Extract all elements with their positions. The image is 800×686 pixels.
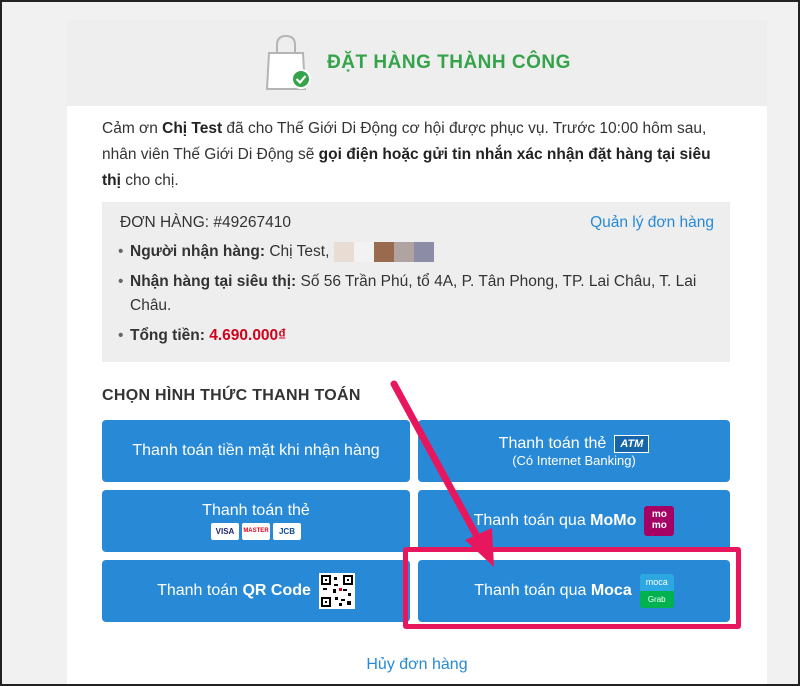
list-item: Tổng tiền: 4.690.000₫: [118, 324, 708, 348]
pay-atm-card-button[interactable]: Thanh toán thẻ ATM (Có Internet Banking): [418, 420, 730, 482]
order-code: ĐƠN HÀNG: #49267410: [120, 214, 291, 231]
button-label: Thanh toán qua: [473, 512, 591, 529]
success-header: ĐẶT HÀNG THÀNH CÔNG: [67, 20, 767, 106]
payment-method-heading: CHỌN HÌNH THỨC THANH TOÁN: [102, 387, 361, 404]
list-item: Nhận hàng tại siêu thị: Số 56 Trần Phú, …: [118, 270, 708, 318]
card-logos: VISA MASTER JCB: [210, 523, 301, 540]
shopping-bag-check-icon: [263, 33, 313, 93]
order-details-list: Người nhận hàng: Chị Test, Nhận hàng tại…: [118, 240, 708, 354]
redacted-phone: [333, 241, 434, 262]
momo-logo-icon: mo mo: [644, 506, 675, 536]
jcb-logo-icon: JCB: [272, 523, 301, 540]
list-item: Người nhận hàng: Chị Test,: [118, 240, 708, 264]
pay-momo-button[interactable]: Thanh toán qua MoMo mo mo: [418, 490, 730, 552]
button-label: Thanh toán thẻ: [202, 502, 310, 519]
recipient-label: Người nhận hàng:: [130, 243, 266, 260]
cancel-order-link[interactable]: Hủy đơn hàng: [67, 656, 767, 674]
mastercard-logo-icon: MASTER: [241, 523, 270, 540]
recipient-value: Chị Test,: [265, 243, 330, 260]
qr-name: QR Code: [242, 582, 311, 599]
intro-text: cho chị.: [120, 172, 179, 189]
visa-logo-icon: VISA: [210, 523, 239, 540]
button-label: Thanh toán thẻ: [498, 434, 607, 452]
page-title: ĐẶT HÀNG THÀNH CÔNG: [327, 52, 571, 73]
pay-cash-on-delivery-button[interactable]: Thanh toán tiền mặt khi nhận hàng: [102, 420, 410, 482]
order-summary: ĐƠN HÀNG: #49267410 Quản lý đơn hàng Ngư…: [102, 202, 730, 362]
total-label: Tổng tiền:: [130, 327, 205, 344]
button-label: Thanh toán: [157, 582, 243, 599]
pickup-store-label: Nhận hàng tại siêu thị:: [130, 273, 297, 290]
manage-orders-link[interactable]: Quản lý đơn hàng: [590, 214, 714, 232]
intro-text: Cảm ơn: [102, 120, 163, 137]
atm-logo-icon: ATM: [614, 434, 650, 453]
customer-name: Chị Test: [162, 120, 223, 137]
momo-name: MoMo: [590, 512, 637, 529]
pay-international-card-button[interactable]: Thanh toán thẻ VISA MASTER JCB: [102, 490, 410, 552]
button-label: Thanh toán tiền mặt khi nhận hàng: [132, 442, 380, 459]
screenshot-frame: ĐẶT HÀNG THÀNH CÔNG Cảm ơn Chị Test đã c…: [0, 0, 800, 686]
total-amount: 4.690.000₫: [209, 327, 287, 344]
qr-code-icon: [318, 573, 355, 609]
button-sublabel: (Có Internet Banking): [512, 452, 636, 468]
thank-you-message: Cảm ơn Chị Test đã cho Thế Giới Di Động …: [102, 116, 732, 194]
annotation-highlight-box: [403, 547, 741, 629]
pay-qr-code-button[interactable]: Thanh toán QR Code: [102, 560, 410, 622]
